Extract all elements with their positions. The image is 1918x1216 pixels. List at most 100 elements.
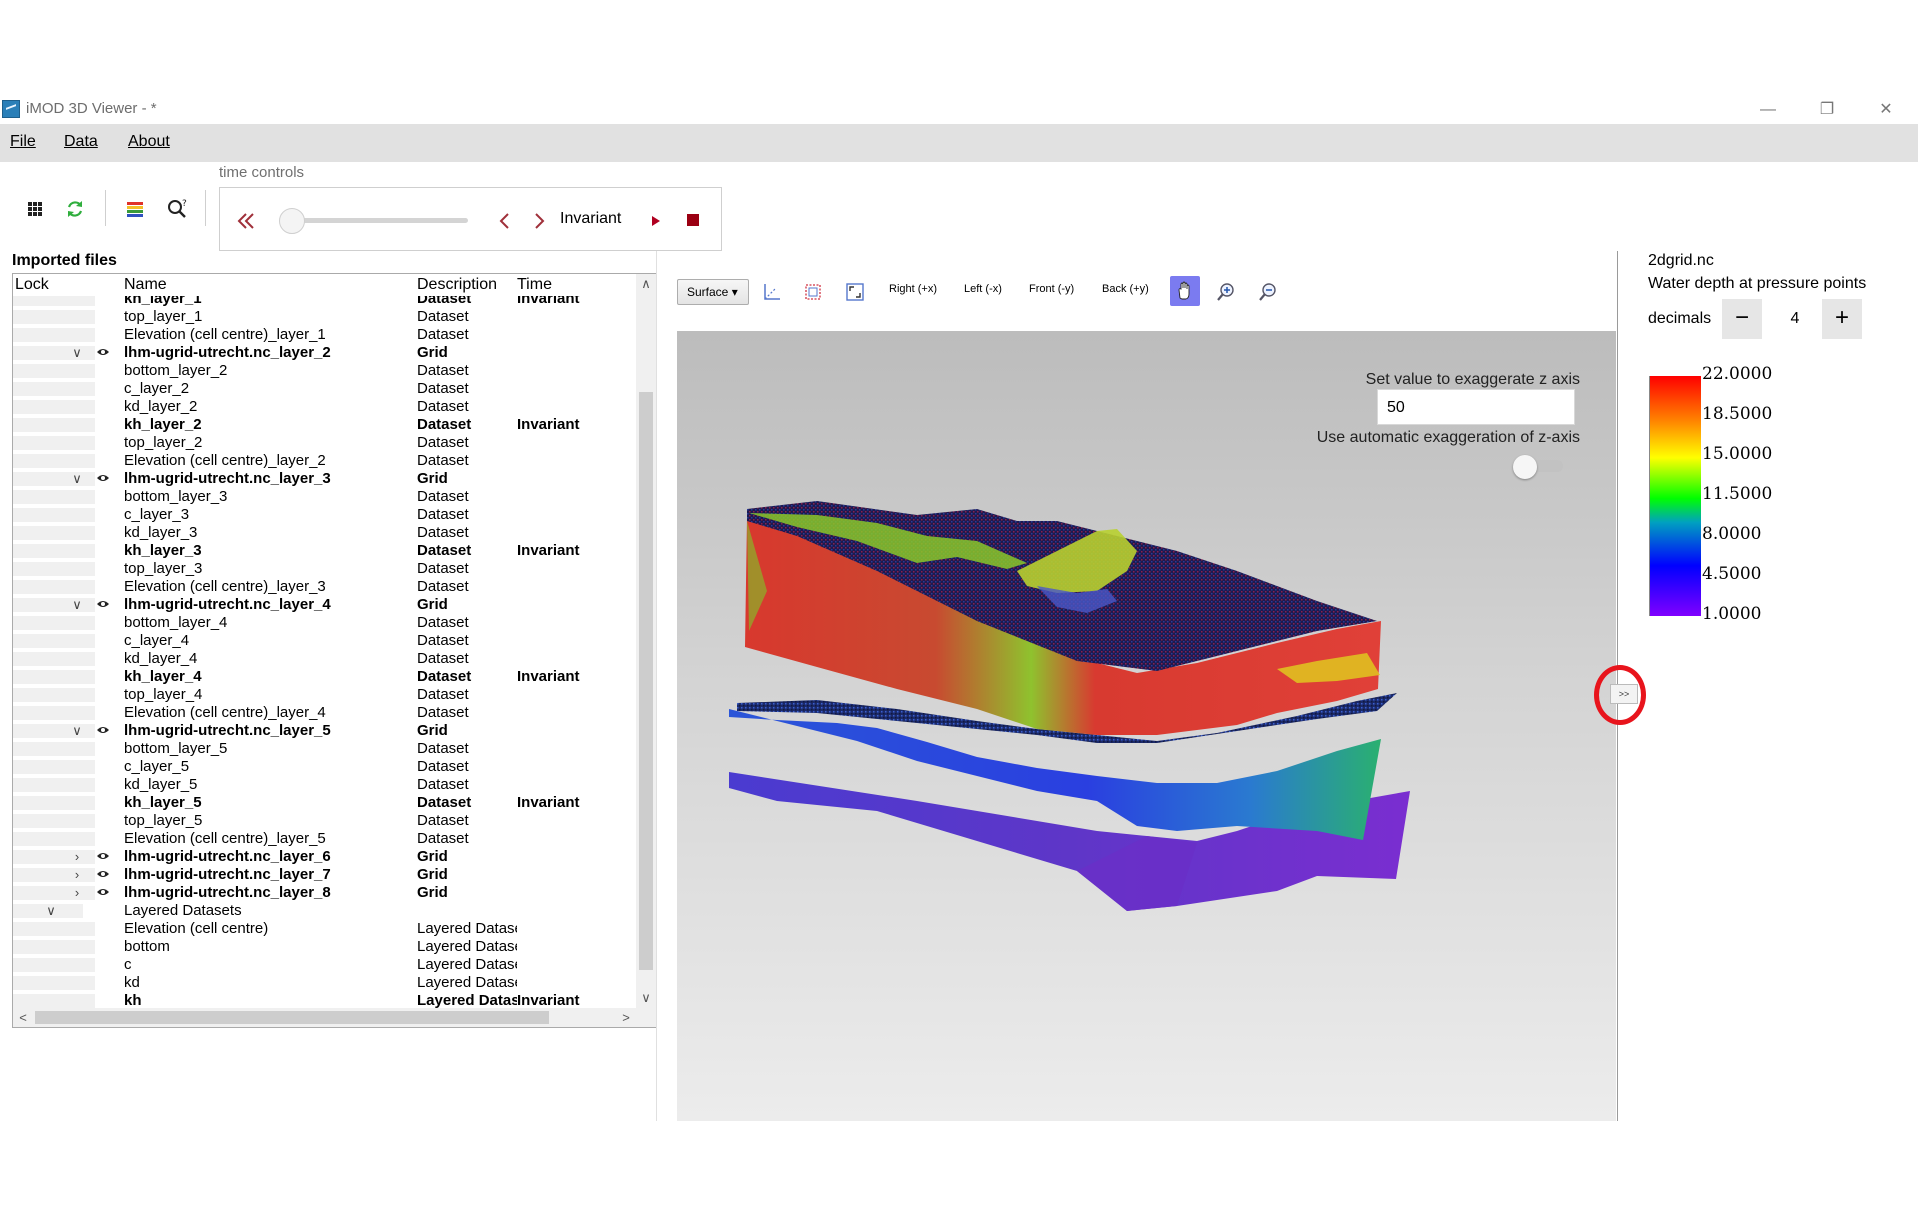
- tree-row[interactable]: bottom_layer_2 Dataset: [13, 362, 636, 380]
- exaggeration-input[interactable]: 50: [1377, 389, 1575, 425]
- tree-row[interactable]: c_layer_4 Dataset: [13, 632, 636, 650]
- lock-cell[interactable]: [13, 310, 95, 324]
- lock-cell[interactable]: [13, 652, 95, 666]
- time-slider-handle[interactable]: [279, 208, 305, 234]
- lock-cell[interactable]: [13, 760, 95, 774]
- previous-icon[interactable]: [492, 208, 518, 234]
- decimals-value[interactable]: 4: [1765, 299, 1825, 339]
- scroll-left-icon[interactable]: <: [13, 1008, 33, 1027]
- lock-cell[interactable]: [13, 994, 95, 1008]
- next-icon[interactable]: [526, 208, 552, 234]
- surface-dropdown[interactable]: Surface ▾: [677, 279, 749, 305]
- tree-grid-row[interactable]: › lhm-ugrid-utrecht.nc_layer_6 Grid: [13, 848, 636, 866]
- pan-button[interactable]: [1170, 276, 1200, 306]
- tree-row[interactable]: top_layer_5 Dataset: [13, 812, 636, 830]
- refresh-icon[interactable]: [62, 196, 88, 222]
- tree-row[interactable]: c_layer_2 Dataset: [13, 380, 636, 398]
- scroll-thumb-horizontal[interactable]: [35, 1011, 549, 1024]
- tree-row[interactable]: bottom_layer_5 Dataset: [13, 740, 636, 758]
- tree-grid-row[interactable]: ∨ lhm-ugrid-utrecht.nc_layer_5 Grid: [13, 722, 636, 740]
- scroll-right-icon[interactable]: >: [616, 1008, 636, 1027]
- tree-row[interactable]: c_layer_5 Dataset: [13, 758, 636, 776]
- tree-row[interactable]: kh_layer_1 Dataset Invariant: [13, 296, 636, 308]
- bounding-box-icon[interactable]: [800, 279, 826, 305]
- tree-row[interactable]: kd_layer_3 Dataset: [13, 524, 636, 542]
- zoom-out-icon[interactable]: [1255, 279, 1281, 305]
- lock-cell[interactable]: [13, 814, 95, 828]
- tree-row[interactable]: Elevation (cell centre)_layer_4 Dataset: [13, 704, 636, 722]
- tree-row[interactable]: kd Layered Dataset: [13, 974, 636, 992]
- lock-cell[interactable]: [13, 796, 95, 810]
- time-slider-track[interactable]: [290, 218, 468, 223]
- panel-divider[interactable]: [656, 251, 657, 1121]
- tree-row[interactable]: kd_layer_4 Dataset: [13, 650, 636, 668]
- tree-row[interactable]: c_layer_3 Dataset: [13, 506, 636, 524]
- lock-cell[interactable]: [13, 562, 95, 576]
- column-name[interactable]: Name: [124, 276, 167, 294]
- eye-icon[interactable]: [93, 470, 113, 488]
- tree-row[interactable]: kh_layer_5 Dataset Invariant: [13, 794, 636, 812]
- chevron-right-icon[interactable]: ›: [69, 866, 85, 884]
- close-button[interactable]: ✕: [1862, 96, 1910, 124]
- lock-cell[interactable]: [13, 832, 95, 846]
- lock-cell[interactable]: [13, 490, 95, 504]
- view-front-button[interactable]: Front (-y): [1029, 283, 1074, 295]
- tree-row[interactable]: kh_layer_4 Dataset Invariant: [13, 668, 636, 686]
- stop-icon[interactable]: [682, 209, 704, 231]
- lock-cell[interactable]: [13, 418, 95, 432]
- tree-row[interactable]: kh_layer_3 Dataset Invariant: [13, 542, 636, 560]
- scroll-down-icon[interactable]: ∨: [636, 988, 656, 1008]
- tree-row[interactable]: Elevation (cell centre) Layered Dataset: [13, 920, 636, 938]
- lock-cell[interactable]: [13, 778, 95, 792]
- lock-cell[interactable]: [13, 634, 95, 648]
- horizontal-scrollbar[interactable]: < >: [13, 1008, 656, 1027]
- eye-icon[interactable]: [93, 884, 113, 902]
- lock-cell[interactable]: [13, 400, 95, 414]
- tree-row[interactable]: c Layered Dataset: [13, 956, 636, 974]
- tree-grid-row[interactable]: › lhm-ugrid-utrecht.nc_layer_7 Grid: [13, 866, 636, 884]
- tree-row[interactable]: Elevation (cell centre)_layer_2 Dataset: [13, 452, 636, 470]
- colormap-icon[interactable]: [122, 196, 148, 222]
- column-time[interactable]: Time: [517, 276, 552, 294]
- vertical-scrollbar[interactable]: ∧ ∨: [636, 274, 656, 1008]
- tree-row[interactable]: bottom_layer_3 Dataset: [13, 488, 636, 506]
- decimals-decrease-button[interactable]: −: [1722, 299, 1762, 339]
- chevron-down-icon[interactable]: ∨: [69, 344, 85, 362]
- lock-cell[interactable]: [13, 688, 95, 702]
- menu-about[interactable]: About: [128, 133, 170, 151]
- lock-cell[interactable]: [13, 742, 95, 756]
- menu-data[interactable]: Data: [64, 133, 98, 151]
- eye-icon[interactable]: [93, 866, 113, 884]
- chevron-right-icon[interactable]: ›: [69, 848, 85, 866]
- tree-row[interactable]: kd_layer_5 Dataset: [13, 776, 636, 794]
- chevron-down-icon[interactable]: ∨: [69, 722, 85, 740]
- lock-cell[interactable]: [13, 706, 95, 720]
- tree-grid-row[interactable]: ∨ lhm-ugrid-utrecht.nc_layer_3 Grid: [13, 470, 636, 488]
- scroll-thumb[interactable]: [639, 392, 653, 970]
- fit-view-icon[interactable]: [842, 279, 868, 305]
- tree-row[interactable]: bottom Layered Dataset: [13, 938, 636, 956]
- eye-icon[interactable]: [93, 848, 113, 866]
- lock-cell[interactable]: [13, 544, 95, 558]
- lock-cell[interactable]: [13, 616, 95, 630]
- tree-row[interactable]: kh Layered DatasetInvariant: [13, 992, 636, 1008]
- column-lock[interactable]: Lock: [15, 276, 49, 294]
- tree-row[interactable]: top_layer_4 Dataset: [13, 686, 636, 704]
- grid-icon[interactable]: [22, 196, 48, 222]
- chevron-down-icon[interactable]: ∨: [69, 596, 85, 614]
- restore-button[interactable]: ❐: [1803, 96, 1851, 124]
- lock-cell[interactable]: [13, 526, 95, 540]
- lock-cell[interactable]: [13, 508, 95, 522]
- rewind-icon[interactable]: [234, 208, 260, 234]
- eye-icon[interactable]: [93, 596, 113, 614]
- tree-grid-row[interactable]: ∨ lhm-ugrid-utrecht.nc_layer_2 Grid: [13, 344, 636, 362]
- lock-cell[interactable]: [13, 364, 95, 378]
- chevron-down-icon[interactable]: ∨: [43, 902, 59, 920]
- view-right-button[interactable]: Right (+x): [889, 283, 937, 295]
- view-back-button[interactable]: Back (+y): [1102, 283, 1149, 295]
- tree-row[interactable]: kh_layer_2 Dataset Invariant: [13, 416, 636, 434]
- lock-cell[interactable]: [13, 454, 95, 468]
- tree-row[interactable]: top_layer_3 Dataset: [13, 560, 636, 578]
- minimize-button[interactable]: —: [1744, 96, 1792, 124]
- 3d-viewport[interactable]: Set value to exaggerate z axis 50 Use au…: [677, 331, 1616, 1121]
